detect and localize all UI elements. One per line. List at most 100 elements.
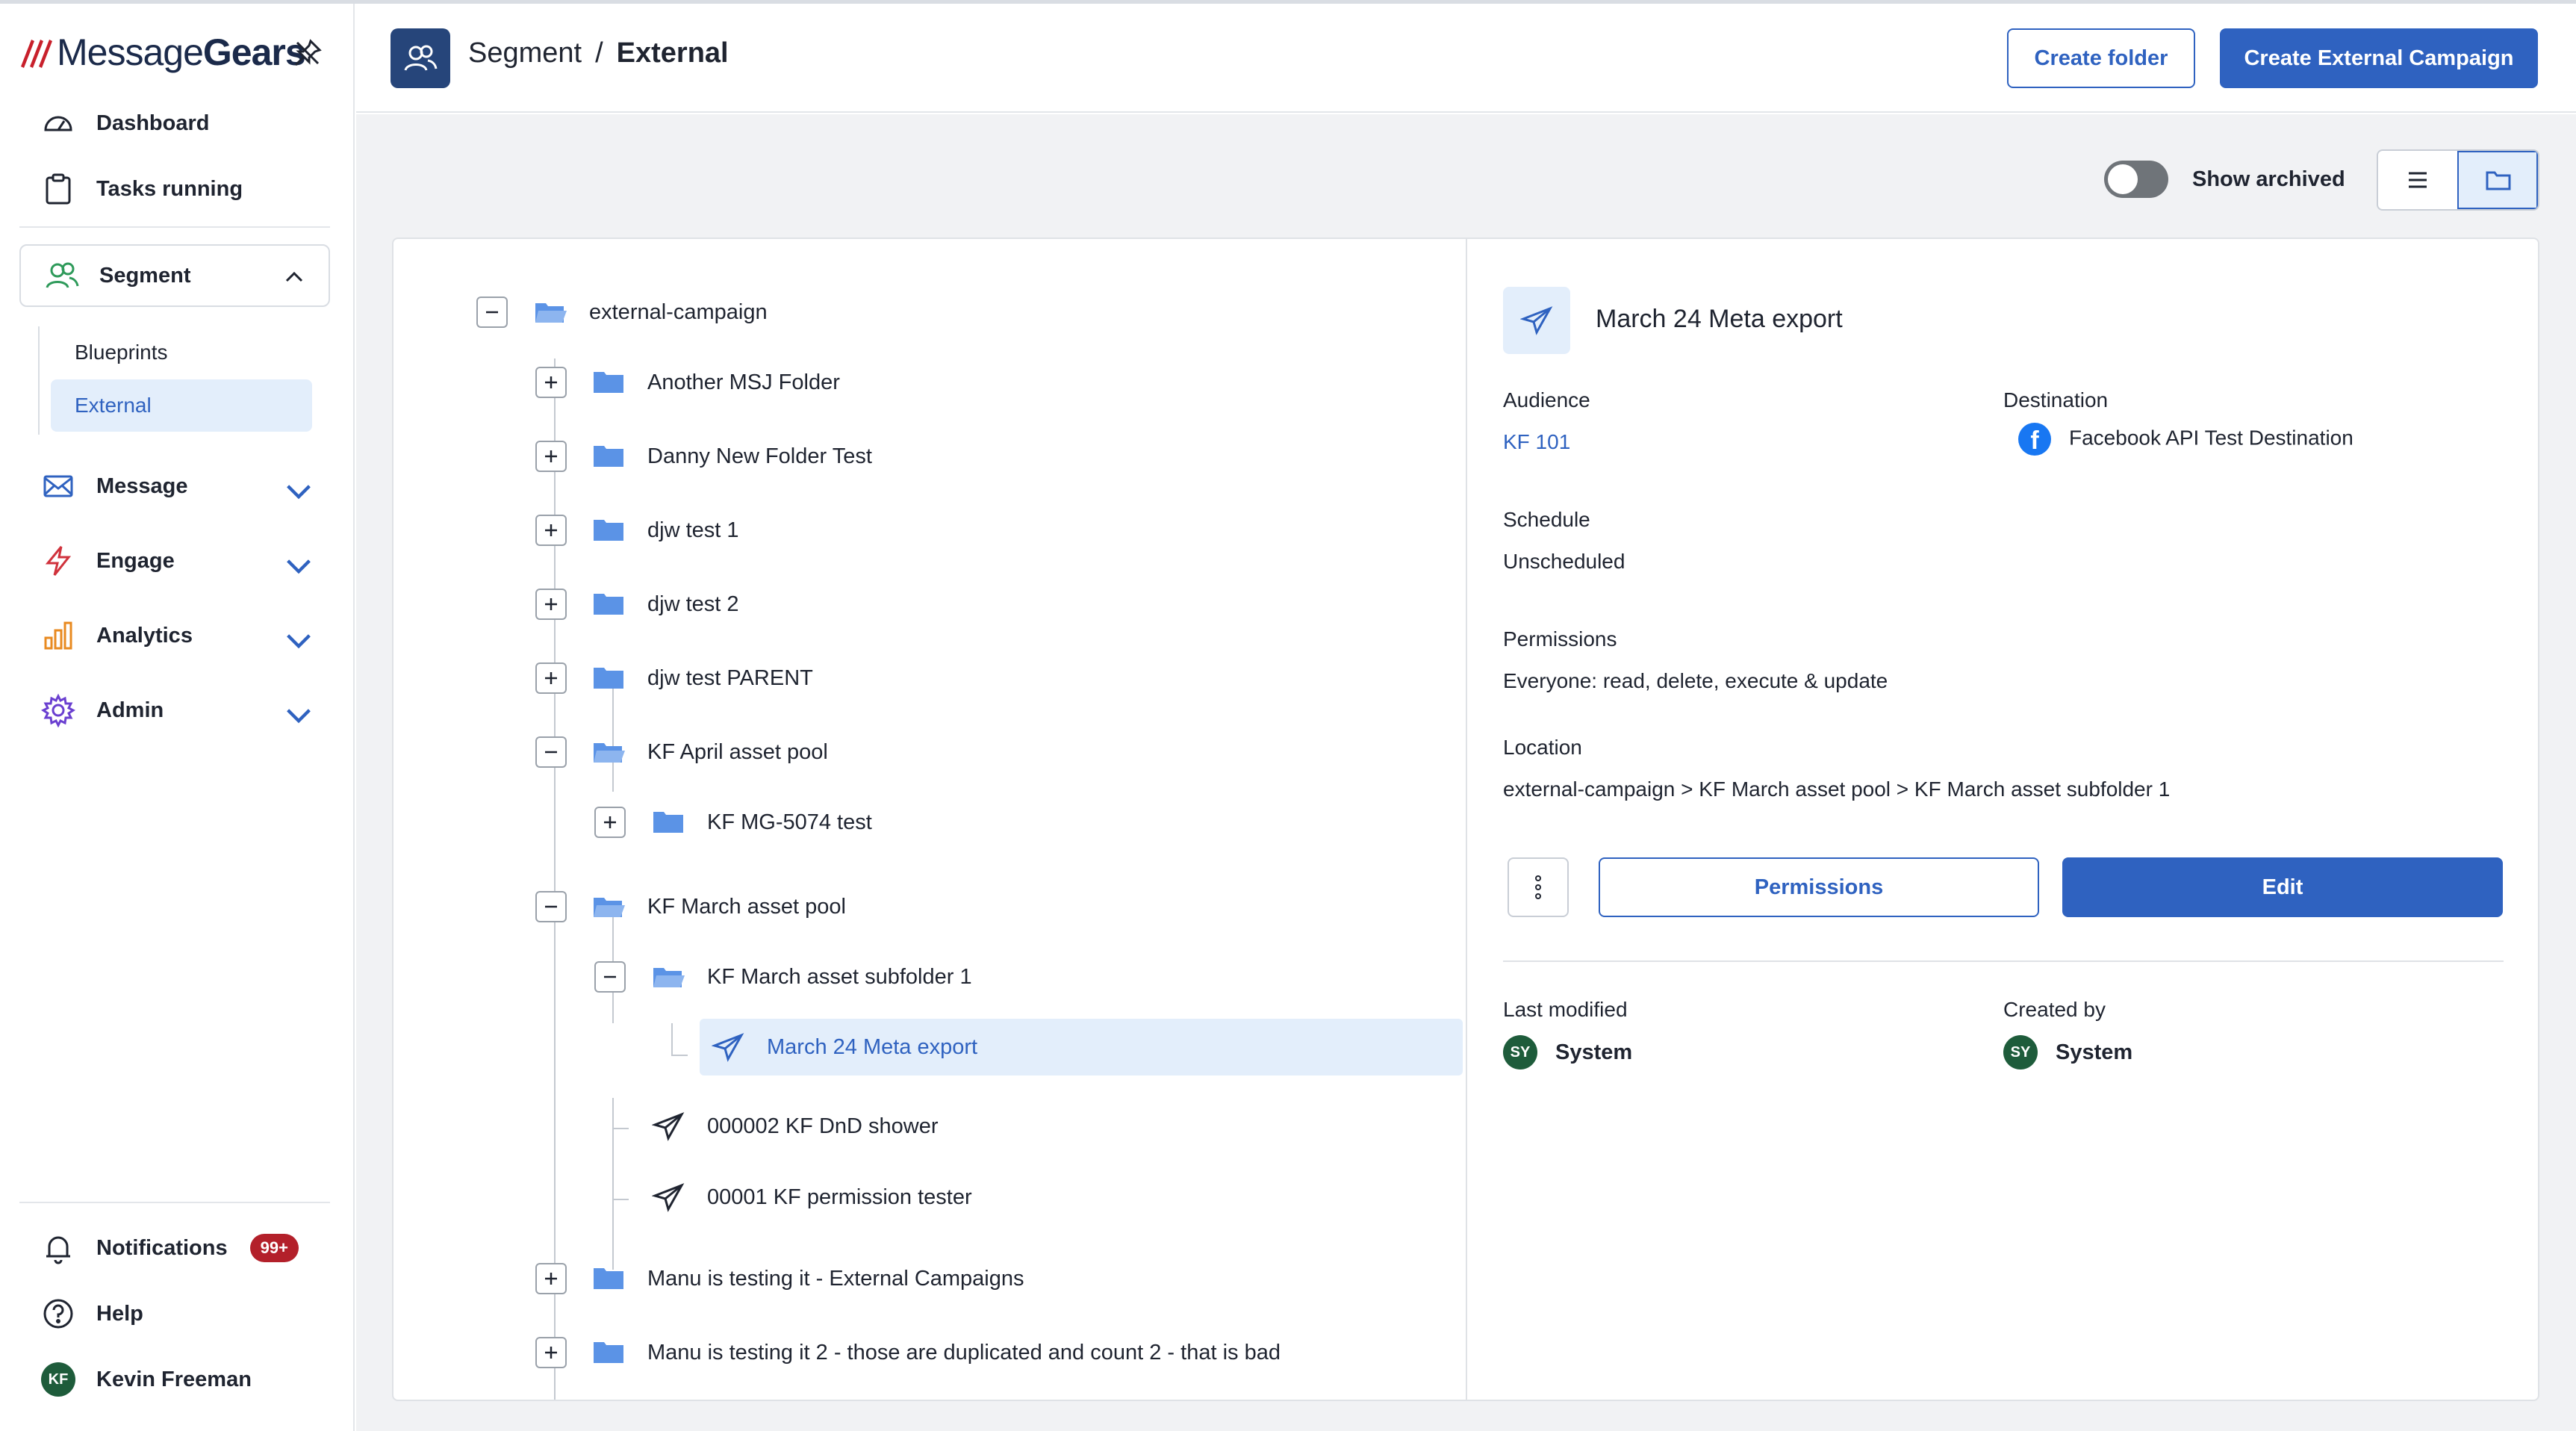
permissions-button[interactable]: Permissions: [1599, 857, 2039, 917]
create-external-campaign-button[interactable]: Create External Campaign: [2220, 28, 2538, 88]
tree-folder[interactable]: KF March asset pool: [592, 884, 846, 929]
tree-node-label: KF March asset subfolder 1: [707, 964, 972, 989]
last-modified-label: Last modified: [1503, 998, 1628, 1021]
list-view-button[interactable]: [2378, 151, 2457, 209]
nav-admin[interactable]: Admin: [41, 688, 325, 733]
minus-icon: [545, 905, 557, 908]
expand-button[interactable]: [535, 1263, 567, 1294]
folder-open-icon: [594, 743, 625, 763]
folder-icon: [594, 446, 623, 467]
tree-campaign[interactable]: 00001 KF permission tester: [652, 1175, 972, 1220]
tree-folder[interactable]: KF March asset subfolder 1: [652, 954, 972, 999]
tree-folder[interactable]: djw test 2: [592, 582, 739, 627]
nav-segment[interactable]: Segment: [19, 244, 330, 307]
avatar: KF: [41, 1362, 75, 1397]
plus-icon: [545, 1347, 557, 1359]
nav-help[interactable]: Help: [41, 1291, 143, 1336]
detail-divider: [1503, 960, 2504, 962]
location-label: Location: [1503, 736, 1582, 759]
nav-user-profile[interactable]: KF Kevin Freeman: [41, 1357, 252, 1402]
expand-button[interactable]: [535, 367, 567, 398]
tree-guide-line: [612, 1199, 629, 1200]
minus-icon: [604, 975, 616, 978]
tree-node-label: Manu is testing it - External Campaigns: [647, 1266, 1024, 1291]
send-icon: [652, 1112, 685, 1141]
folder-view-button[interactable]: [2457, 151, 2538, 209]
expand-button[interactable]: [535, 589, 567, 620]
tree-folder[interactable]: Another MSJ Folder: [592, 360, 840, 405]
brand-logo[interactable]: MessageGears: [18, 26, 306, 78]
folder-open-icon: [653, 968, 685, 987]
nav-engage[interactable]: Engage: [41, 538, 325, 583]
tree-campaign[interactable]: 000002 KF DnD shower: [652, 1104, 939, 1149]
collapse-button[interactable]: [476, 297, 508, 328]
chevron-down-icon: [287, 709, 311, 724]
nav-notifications-label: Notifications: [96, 1235, 228, 1260]
chevron-down-icon: [287, 559, 311, 574]
pin-icon[interactable]: [291, 37, 324, 69]
envelope-icon: [43, 475, 73, 497]
plus-icon: [545, 1273, 557, 1285]
view-switcher: [2377, 149, 2539, 211]
bar-chart-icon: [44, 621, 72, 650]
expand-button[interactable]: [535, 662, 567, 694]
subnav-external[interactable]: External: [51, 379, 312, 432]
tree-campaign-selected[interactable]: March 24 Meta export: [712, 1025, 977, 1070]
folder-open-icon: [535, 303, 567, 323]
schedule-label: Schedule: [1503, 508, 1590, 531]
tree-folder[interactable]: Manu is testing it 2 - those are duplica…: [592, 1330, 1281, 1375]
clipboard-icon: [46, 173, 71, 205]
tree-folder[interactable]: KF MG-5074 test: [652, 800, 872, 845]
tree-folder[interactable]: Danny New Folder Test: [592, 434, 872, 479]
campaign-type-icon: [1503, 287, 1570, 354]
collapse-button[interactable]: [535, 891, 567, 922]
create-folder-button[interactable]: Create folder: [2007, 28, 2195, 88]
minus-icon: [486, 311, 498, 314]
collapse-button[interactable]: [594, 961, 626, 993]
tree-folder[interactable]: KF April asset pool: [592, 730, 828, 775]
tree-guide-line: [612, 1098, 614, 1270]
nav-notifications[interactable]: Notifications 99+: [41, 1226, 299, 1270]
created-by: SY System: [2003, 1035, 2132, 1070]
tree-node-label: 000002 KF DnD shower: [707, 1114, 939, 1138]
tree-node-label: 00001 KF permission tester: [707, 1185, 972, 1209]
plus-icon: [545, 376, 557, 388]
nav-analytics[interactable]: Analytics: [41, 613, 325, 658]
users-icon: [46, 262, 79, 288]
tree-node-root[interactable]: external-campaign: [534, 290, 768, 335]
tree-node-label: March 24 Meta export: [767, 1034, 978, 1059]
avatar: SY: [2003, 1035, 2038, 1070]
bell-icon: [46, 1236, 70, 1264]
last-modified-by: SY System: [1503, 1035, 1632, 1070]
collapse-button[interactable]: [535, 736, 567, 768]
destination-label: Destination: [2003, 388, 2109, 412]
subnav-blueprints[interactable]: Blueprints: [51, 326, 312, 379]
expand-button[interactable]: [535, 441, 567, 472]
audience-link[interactable]: KF 101: [1503, 430, 1570, 454]
nav-tasks-running[interactable]: Tasks running: [41, 167, 243, 211]
chevron-down-icon: [287, 485, 311, 500]
breadcrumb-segment[interactable]: Segment: [468, 37, 582, 69]
expand-button[interactable]: [594, 807, 626, 838]
tree-node-label: Danny New Folder Test: [647, 444, 872, 468]
nav-dashboard-label: Dashboard: [96, 111, 210, 135]
tree-folder[interactable]: djw test 1: [592, 508, 739, 553]
brand-name-light: Message: [57, 31, 204, 73]
brand-name-bold: Gears: [202, 31, 306, 73]
permissions-value: Everyone: read, delete, execute & update: [1503, 669, 1888, 692]
show-archived-toggle[interactable]: [2104, 161, 2168, 198]
destination-name: Facebook API Test Destination: [2069, 426, 2353, 450]
expand-button[interactable]: [535, 1337, 567, 1368]
last-modified-name: System: [1555, 1040, 1633, 1064]
nav-dashboard[interactable]: Dashboard: [41, 101, 209, 146]
plus-icon: [545, 598, 557, 610]
tree-folder[interactable]: djw test PARENT: [592, 656, 813, 701]
tree-folder[interactable]: Manu is testing it - External Campaigns: [592, 1256, 1024, 1301]
more-actions-button[interactable]: [1508, 857, 1569, 917]
dashboard-icon: [44, 116, 72, 131]
edit-button[interactable]: Edit: [2062, 857, 2503, 917]
expand-button[interactable]: [535, 515, 567, 546]
tree-guide-line: [671, 1055, 688, 1056]
nav-message[interactable]: Message: [41, 464, 325, 509]
sidebar: MessageGears Dashboard Tasks running Seg…: [0, 4, 355, 1431]
